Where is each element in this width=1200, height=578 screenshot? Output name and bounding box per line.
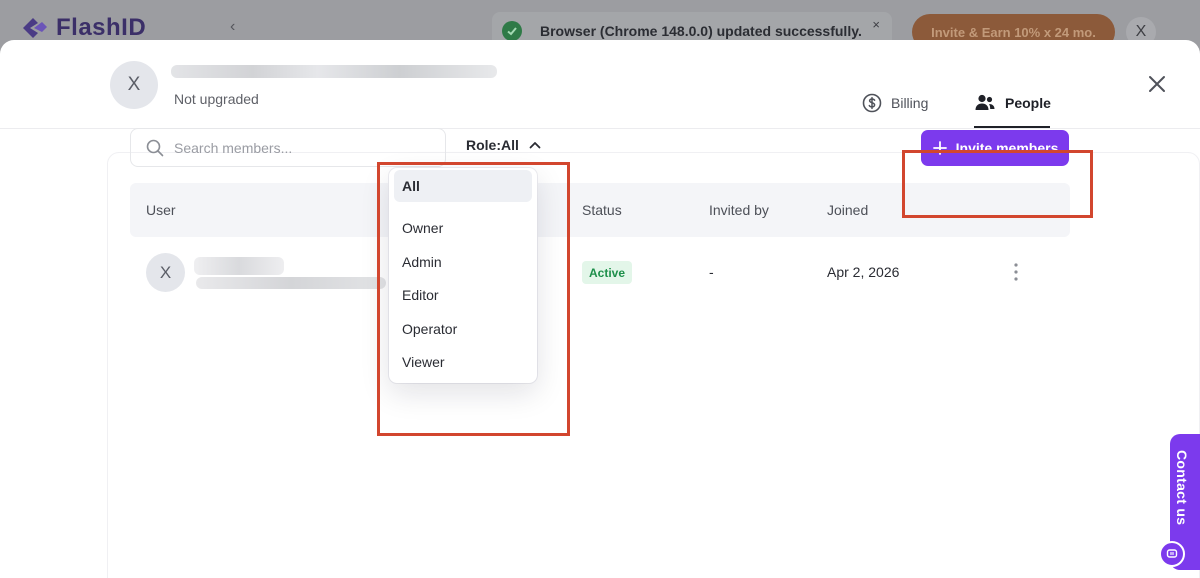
column-header-user: User bbox=[146, 202, 176, 218]
dollar-circle-icon bbox=[862, 93, 882, 113]
invite-button-highlight bbox=[902, 150, 1093, 218]
plan-status: Not upgraded bbox=[174, 91, 259, 107]
role-filter-button[interactable]: Role:All bbox=[466, 137, 541, 153]
people-icon bbox=[975, 94, 995, 110]
column-header-invited-by: Invited by bbox=[709, 202, 769, 218]
column-header-joined: Joined bbox=[827, 202, 869, 218]
chevron-up-icon bbox=[529, 142, 541, 149]
account-avatar: X bbox=[110, 61, 158, 109]
notification-close-icon[interactable]: × bbox=[872, 17, 880, 32]
search-icon bbox=[146, 139, 164, 156]
account-name-redacted bbox=[171, 65, 497, 78]
tab-people[interactable]: People bbox=[974, 93, 1051, 113]
app-logo[interactable]: FlashID bbox=[20, 14, 146, 42]
invited-by-value: - bbox=[709, 264, 714, 280]
chat-bubble-icon[interactable] bbox=[1159, 541, 1185, 567]
search-members-input[interactable] bbox=[174, 139, 434, 156]
more-options-icon[interactable] bbox=[1008, 261, 1024, 283]
tab-people-label: People bbox=[1005, 95, 1051, 111]
member-avatar: X bbox=[146, 253, 185, 292]
logo-mark-icon bbox=[23, 18, 47, 38]
logo-text: FlashID bbox=[56, 14, 147, 41]
status-badge: Active bbox=[582, 261, 633, 284]
tab-billing[interactable]: Billing bbox=[862, 93, 928, 113]
success-check-icon bbox=[502, 21, 522, 41]
member-name-redacted bbox=[194, 257, 284, 275]
modal-header: X Not upgraded Billing People bbox=[0, 40, 1200, 129]
active-tab-indicator bbox=[974, 126, 1050, 128]
role-filter-label: Role:All bbox=[466, 137, 519, 153]
joined-date: Apr 2, 2026 bbox=[827, 264, 900, 280]
close-icon[interactable] bbox=[1146, 73, 1168, 95]
table-row: X Active - Apr 2, 2026 bbox=[130, 237, 1070, 309]
column-header-status: Status bbox=[582, 202, 622, 218]
notification-message: Browser (Chrome 148.0.0) updated success… bbox=[540, 23, 862, 39]
member-email-redacted bbox=[196, 277, 386, 289]
collapse-chevron-icon[interactable]: ‹ bbox=[230, 18, 235, 36]
tab-billing-label: Billing bbox=[891, 95, 929, 111]
role-dropdown-highlight bbox=[377, 162, 570, 436]
team-settings-modal: X Not upgraded Billing People bbox=[0, 40, 1200, 578]
contact-us-label: Contact us bbox=[1174, 450, 1190, 526]
